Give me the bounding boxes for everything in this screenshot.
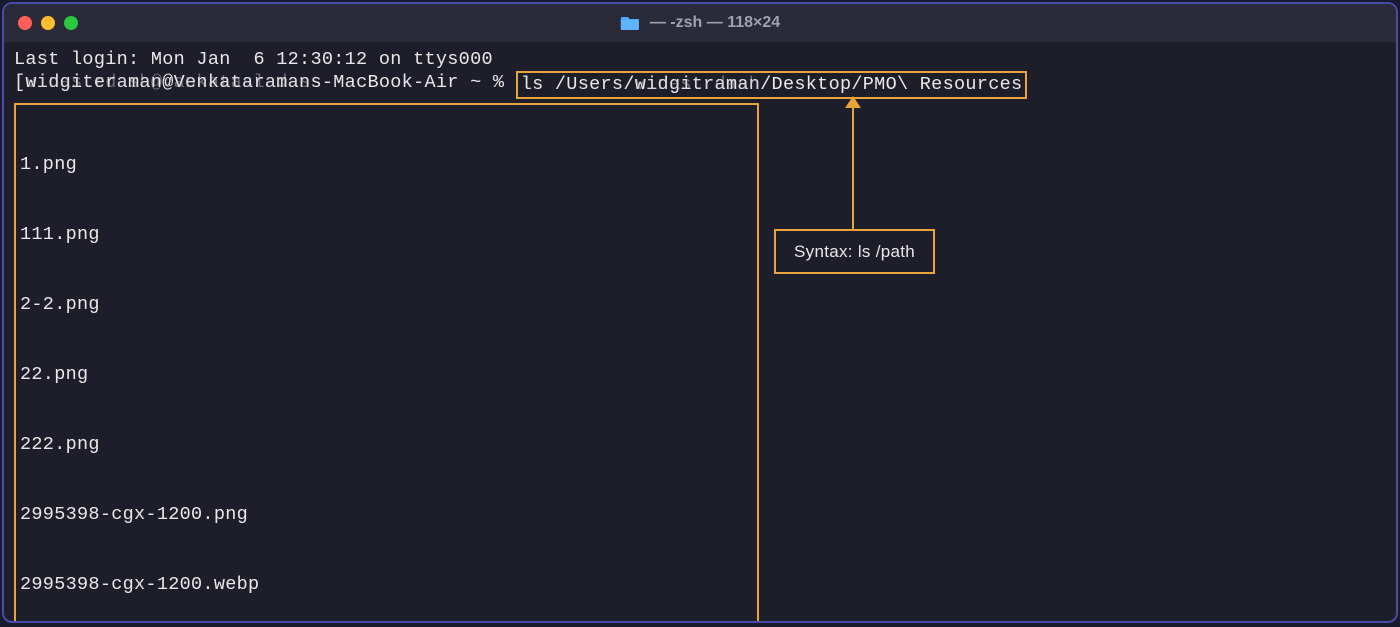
command-highlight-box: ls /Users/widgitramanvinastrdash/Desktop…: [516, 71, 1028, 98]
maximize-button[interactable]: [64, 16, 78, 30]
window-title-group: — -zsh — 118×24: [620, 14, 780, 32]
output-line: 2-2.png: [20, 293, 753, 316]
output-highlight-box: 1.png 111.png 2-2.png 22.png 222.png 299…: [14, 103, 759, 623]
command-suffix: /Desktop/PMO\ Resources: [760, 74, 1022, 95]
terminal-body[interactable]: Last login: Mon Jan 6 12:30:12 on ttys00…: [4, 42, 1396, 623]
output-line: 2995398-cgx-1200.webp: [20, 573, 753, 596]
output-line: 1.png: [20, 153, 753, 176]
annotation-arrow-line: [852, 101, 854, 229]
output-line: 2995398-cgx-1200.png: [20, 503, 753, 526]
annotation-label: Syntax: ls /path: [774, 229, 935, 274]
command-user-overlay: widgitramanvinastrdash: [635, 73, 760, 96]
prompt-bracket: [: [14, 71, 25, 98]
folder-icon: [620, 15, 640, 31]
prompt-user: widgiteraman@Venkataramansvinastrdash@va…: [25, 71, 321, 98]
output-line: 22.png: [20, 363, 753, 386]
minimize-button[interactable]: [41, 16, 55, 30]
prompt-tail: -MacBook-Air ~ %: [322, 71, 516, 98]
traffic-lights: [18, 16, 78, 30]
prompt-line: [widgiteraman@Venkataramansvinastrdash@v…: [14, 71, 1386, 98]
title-bar: — -zsh — 118×24: [4, 4, 1396, 42]
output-line: 111.png: [20, 223, 753, 246]
close-button[interactable]: [18, 16, 32, 30]
command-prefix: ls /Users/: [521, 74, 635, 95]
terminal-window: — -zsh — 118×24 Last login: Mon Jan 6 12…: [2, 2, 1398, 623]
output-line: 222.png: [20, 433, 753, 456]
window-title: — -zsh — 118×24: [650, 14, 780, 32]
last-login-line: Last login: Mon Jan 6 12:30:12 on ttys00…: [14, 48, 1386, 71]
